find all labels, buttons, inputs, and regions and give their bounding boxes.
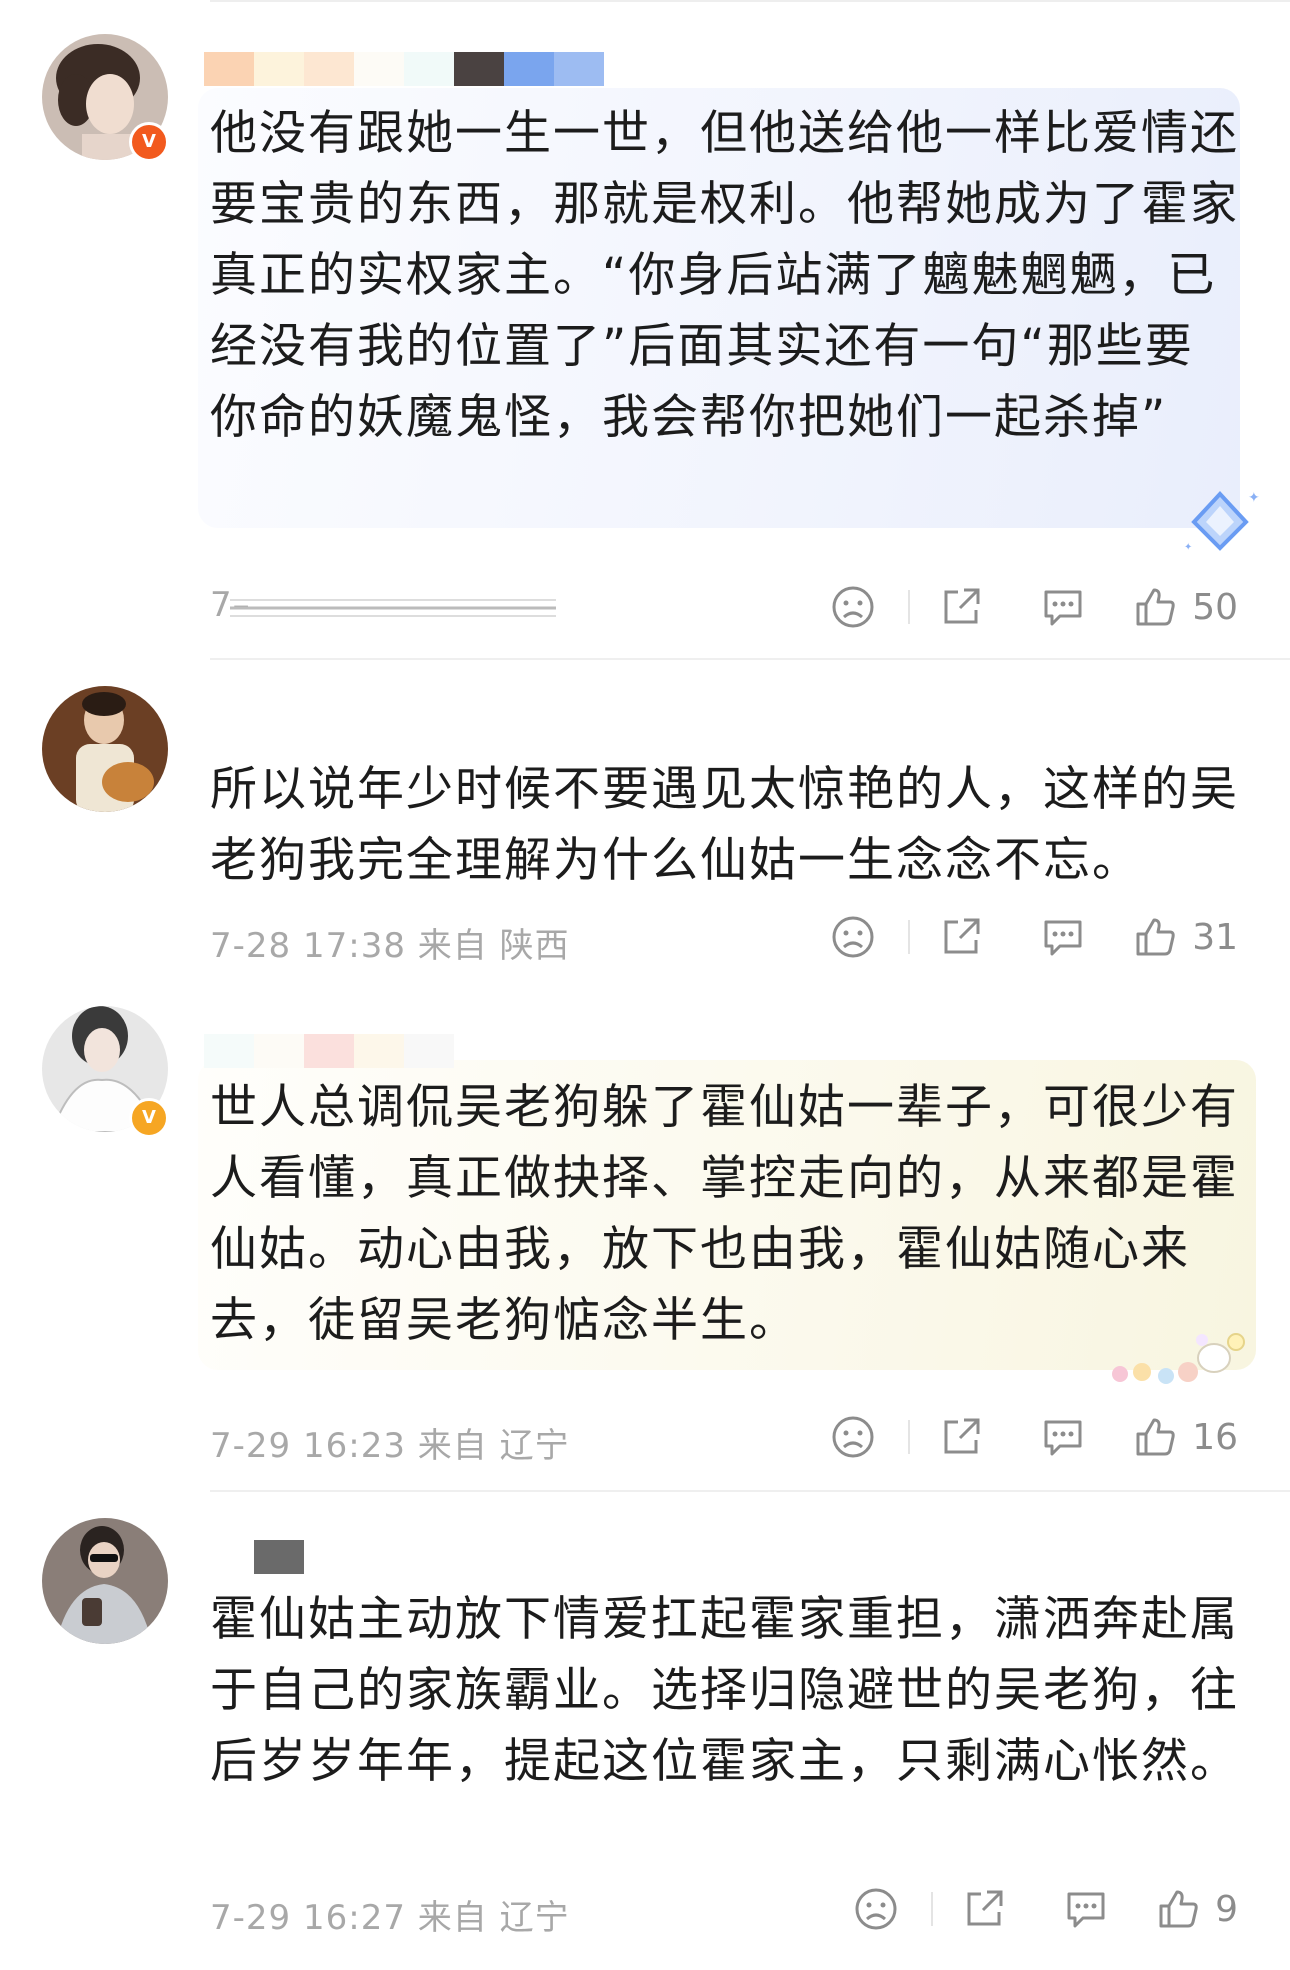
diamond-sticker-icon: ✦ ✦: [1184, 490, 1260, 553]
share-icon[interactable]: [938, 914, 984, 960]
comment-icon[interactable]: [1040, 914, 1086, 960]
comment-actions: 31: [830, 912, 1238, 962]
action-separator: [931, 1892, 934, 1926]
username-redacted[interactable]: [204, 52, 604, 86]
action-separator: [908, 590, 911, 624]
comment-text: 所以说年少时候不要遇见太惊艳的人，这样的吴老狗我完全理解为什么仙姑一生念念不忘。: [210, 762, 1239, 888]
comment-actions: 9: [853, 1884, 1238, 1934]
like-count: 31: [1192, 916, 1238, 958]
comment-meta: 7-29 16:27 来自 辽宁: [210, 1898, 570, 1938]
comment-divider: [210, 1490, 1290, 1492]
flower-sticker-icon: [1112, 1333, 1245, 1384]
thumbs-up-icon[interactable]: [1155, 1886, 1201, 1932]
comment-1: V 他没有跟她一生一世，但他送给他一样比爱情还要宝贵的东西，那就是权利。他帮她成…: [0, 0, 1290, 660]
comment-text: 世人总调侃吴老狗躲了霍仙姑一辈子，可很少有人看懂，真正做抉择、掌控走向的，从来都…: [210, 1080, 1239, 1348]
thumbs-up-icon[interactable]: [1132, 914, 1178, 960]
share-icon[interactable]: [938, 1414, 984, 1460]
comment-icon[interactable]: [1063, 1886, 1109, 1932]
comment-text: 霍仙姑主动放下情爱扛起霍家重担，潇洒奔赴属于自己的家族霸业。选择归隐避世的吴老狗…: [210, 1592, 1239, 1789]
comment-actions: 50: [830, 582, 1238, 632]
comment-text: 他没有跟她一生一世，但他送给他一样比爱情还要宝贵的东西，那就是权利。他帮她成为了…: [210, 106, 1239, 445]
share-icon[interactable]: [938, 584, 984, 630]
like-count: 50: [1192, 586, 1238, 628]
avatar[interactable]: [42, 686, 168, 812]
thumbs-up-icon[interactable]: [1132, 1414, 1178, 1460]
sad-face-icon[interactable]: [830, 914, 876, 960]
username-redacted[interactable]: [204, 1034, 454, 1068]
verified-badge: V: [129, 122, 169, 162]
thumbs-up-icon[interactable]: [1132, 584, 1178, 630]
sad-face-icon[interactable]: [830, 584, 876, 630]
username-redacted[interactable]: [254, 1540, 304, 1574]
sad-face-icon[interactable]: [830, 1414, 876, 1460]
svg-text:✦: ✦: [1248, 490, 1260, 506]
comment-actions: 16: [830, 1412, 1238, 1462]
comment-meta: 7-29 16:23 来自 辽宁: [210, 1426, 570, 1466]
avatar[interactable]: [42, 1518, 168, 1644]
redacted-meta-lines: [230, 599, 556, 617]
verified-badge: V: [129, 1098, 169, 1138]
share-icon[interactable]: [961, 1886, 1007, 1932]
comment-icon[interactable]: [1040, 1414, 1086, 1460]
like-count: 16: [1192, 1416, 1238, 1458]
svg-text:✦: ✦: [1184, 542, 1192, 553]
comment-icon[interactable]: [1040, 584, 1086, 630]
like-count: 9: [1215, 1888, 1238, 1930]
comment-meta: 7-28 17:38 来自 陕西: [210, 926, 570, 966]
action-separator: [908, 920, 911, 954]
sad-face-icon[interactable]: [853, 1886, 899, 1932]
comment-divider: [210, 658, 1290, 660]
action-separator: [908, 1420, 911, 1454]
